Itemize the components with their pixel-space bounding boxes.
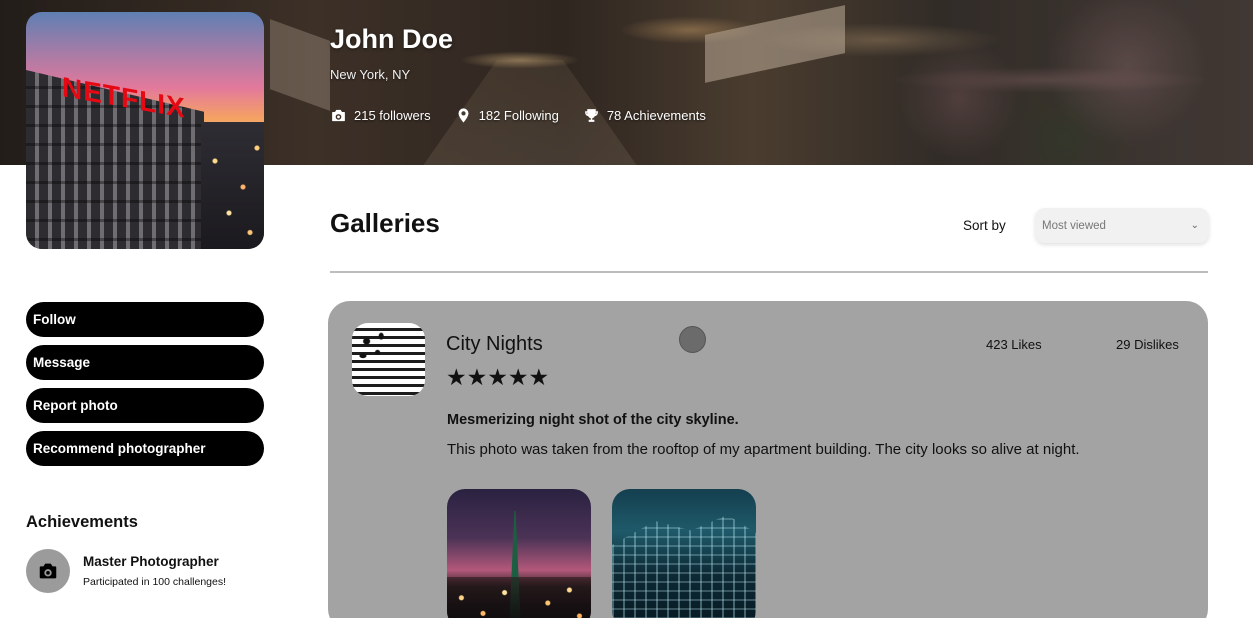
report-photo-button[interactable]: Report photo [26, 388, 264, 423]
drag-handle[interactable] [679, 326, 706, 353]
thumbnail-city-lights [447, 577, 591, 618]
achievements-heading: Achievements [26, 513, 138, 531]
profile-name: John Doe [330, 24, 454, 54]
sort-select[interactable]: Most viewed ⌄ [1035, 208, 1209, 243]
sort-label: Sort by [963, 218, 1006, 233]
achievement-subtitle: Participated in 100 challenges! [83, 576, 227, 588]
achievement-text: Master Photographer Participated in 100 … [83, 554, 226, 588]
stat-achievements[interactable]: 78 Achievements [583, 107, 706, 124]
gallery-thumbnail-aerial[interactable] [612, 489, 756, 618]
sort-select-value: Most viewed [1042, 219, 1106, 232]
gallery-title: City Nights [446, 333, 543, 355]
galleries-title: Galleries [330, 208, 440, 238]
rating-stars: ★★★★★ [446, 364, 550, 390]
profile-location: New York, NY [330, 67, 411, 82]
achievement-badge [26, 549, 70, 593]
profile-actions: Follow Message Report photo Recommend ph… [26, 302, 264, 466]
stat-followers-label: 215 followers [354, 108, 431, 123]
profile-photo: NETFLIX [26, 12, 264, 249]
gallery-card[interactable]: City Nights ★★★★★ 423 Likes 29 Dislikes … [328, 301, 1208, 618]
dislikes-count[interactable]: 29 Dislikes [1116, 337, 1179, 352]
avatar-birds [352, 323, 425, 396]
gallery-thumbnail-skyline[interactable] [447, 489, 591, 618]
stat-following-label: 182 Following [478, 108, 559, 123]
camera-icon [332, 109, 345, 122]
photo-street-lights [201, 122, 264, 249]
achievement-item: Master Photographer Participated in 100 … [26, 549, 226, 593]
follow-button[interactable]: Follow [26, 302, 264, 337]
stat-achievements-label: 78 Achievements [606, 108, 706, 123]
achievement-title: Master Photographer [83, 554, 219, 569]
profile-stats: 215 followers 182 Following 78 Achieveme… [330, 107, 706, 124]
location-pin-icon [458, 108, 469, 123]
recommend-photographer-button[interactable]: Recommend photographer [26, 431, 264, 466]
trophy-icon [584, 109, 598, 122]
thumbnail-buildings [612, 515, 756, 618]
galleries-divider [330, 271, 1208, 273]
gallery-subtitle: Mesmerizing night shot of the city skyli… [447, 412, 739, 428]
gallery-description: This photo was taken from the rooftop of… [447, 441, 1080, 458]
message-button[interactable]: Message [26, 345, 264, 380]
gallery-avatar [352, 323, 425, 396]
chevron-down-icon: ⌄ [1190, 220, 1199, 231]
stat-followers[interactable]: 215 followers [330, 107, 431, 124]
likes-count[interactable]: 423 Likes [986, 337, 1042, 352]
stat-following[interactable]: 182 Following [455, 107, 559, 124]
camera-icon [39, 563, 57, 579]
